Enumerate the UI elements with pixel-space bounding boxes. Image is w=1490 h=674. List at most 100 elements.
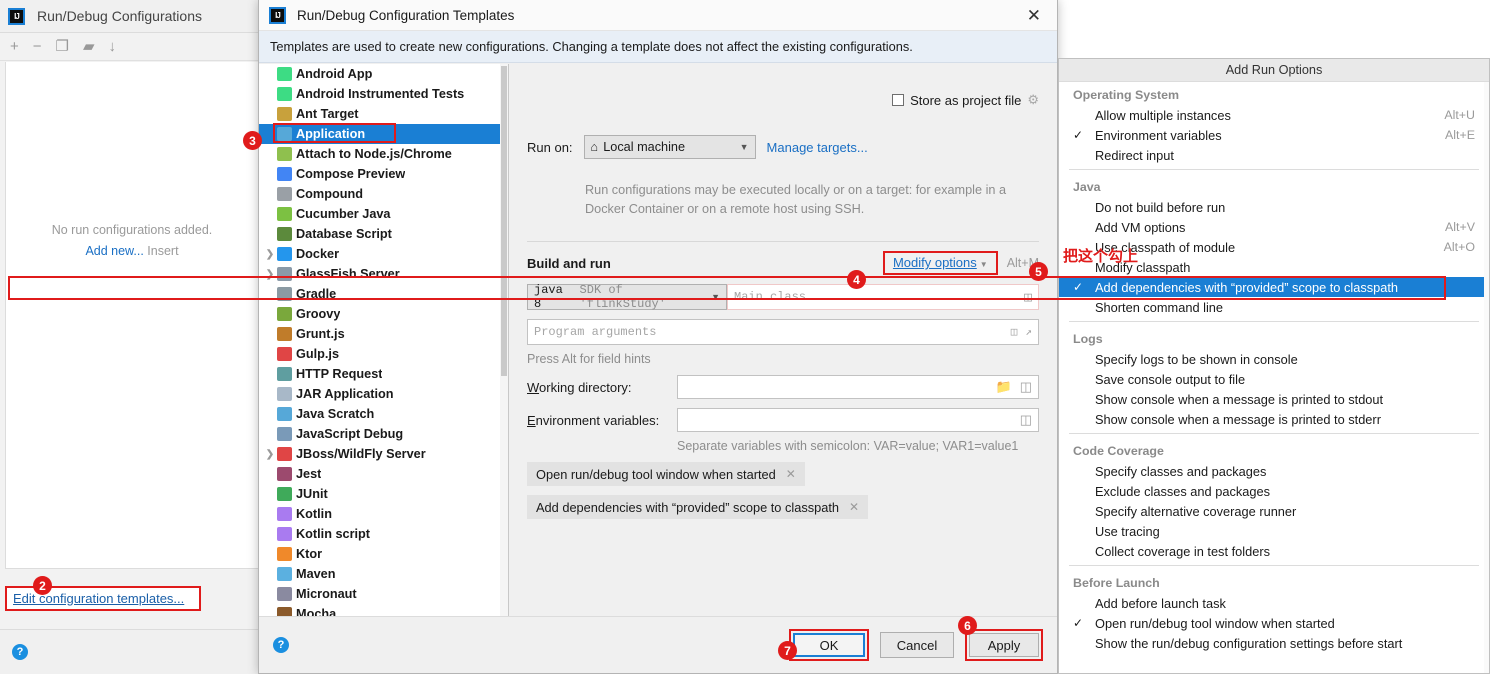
grunt-icon [277, 327, 292, 341]
tree-item[interactable]: Kotlin [259, 504, 508, 524]
menu-item[interactable]: Add before launch task [1059, 593, 1489, 613]
run-on-dropdown[interactable]: ⌂ Local machine ▼ [583, 135, 756, 159]
option-chip[interactable]: Open run/debug tool window when started … [527, 462, 805, 486]
close-icon[interactable]: ✕ [786, 467, 796, 481]
menu-item-shortcut: Alt+V [1445, 220, 1475, 234]
tree-scrollbar[interactable] [500, 64, 508, 616]
tree-item[interactable]: Micronaut [259, 584, 508, 604]
menu-item[interactable]: Exclude classes and packages [1059, 481, 1489, 501]
tree-item[interactable]: Kotlin script [259, 524, 508, 544]
menu-item-label: Collect coverage in test folders [1095, 543, 1270, 559]
tree-item[interactable]: Compound [259, 184, 508, 204]
menu-item[interactable]: ✓ Add dependencies with “provided” scope … [1059, 277, 1489, 297]
menu-item[interactable]: Specify logs to be shown in console [1059, 349, 1489, 369]
tree-item[interactable]: JUnit [259, 484, 508, 504]
edit-variables-icon[interactable]: ◫ [1020, 412, 1032, 428]
tree-item[interactable]: Mocha [259, 604, 508, 616]
ok-button[interactable]: OK [793, 633, 865, 657]
tree-item[interactable]: Attach to Node.js/Chrome [259, 144, 508, 164]
tree-scrollbar-thumb[interactable] [501, 66, 507, 376]
add-icon[interactable]: + [10, 39, 19, 54]
tree-item[interactable]: Groovy [259, 304, 508, 324]
expand-arrow-icon[interactable]: ❯ [263, 269, 277, 280]
tree-item[interactable]: Compose Preview [259, 164, 508, 184]
gear-icon[interactable]: ⚙ [1027, 92, 1039, 108]
menu-item[interactable]: Add VM options Alt+V [1059, 217, 1489, 237]
tree-item[interactable]: Gradle [259, 284, 508, 304]
tree-item[interactable]: Application [259, 124, 508, 144]
remove-icon[interactable]: − [33, 39, 42, 54]
tree-item[interactable]: Ktor [259, 544, 508, 564]
tree-item[interactable]: ❯ GlassFish Server [259, 264, 508, 284]
cancel-button[interactable]: Cancel [880, 632, 954, 658]
tree-item[interactable]: JavaScript Debug [259, 424, 508, 444]
menu-scrollbar[interactable] [1484, 82, 1489, 673]
run-configurations-list[interactable]: No run configurations added. Add new... … [5, 62, 259, 569]
tree-item[interactable]: ❯ Docker [259, 244, 508, 264]
tree-item[interactable]: Grunt.js [259, 324, 508, 344]
menu-item[interactable]: Specify alternative coverage runner [1059, 501, 1489, 521]
tree-item[interactable]: Android App [259, 64, 508, 84]
ok-button-highlight: OK [789, 629, 869, 661]
insert-macro-icon[interactable]: ◫ [1011, 325, 1018, 339]
help-icon[interactable]: ? [12, 644, 28, 660]
main-class-input[interactable]: Main class ◫ [727, 284, 1039, 310]
working-directory-input[interactable]: 📁 ◫ [677, 375, 1039, 399]
tree-item[interactable]: Jest [259, 464, 508, 484]
menu-item[interactable]: Save console output to file [1059, 369, 1489, 389]
tree-item[interactable]: Android Instrumented Tests [259, 84, 508, 104]
menu-item[interactable]: Show console when a message is printed t… [1059, 409, 1489, 429]
tree-item[interactable]: Cucumber Java [259, 204, 508, 224]
jboss-icon [277, 447, 292, 461]
manage-targets-link[interactable]: Manage targets... [767, 140, 868, 155]
sort-icon[interactable]: ↓ [109, 39, 117, 54]
close-icon[interactable]: ✕ [849, 500, 859, 514]
menu-item[interactable]: Do not build before run [1059, 197, 1489, 217]
menu-item[interactable]: Show console when a message is printed t… [1059, 389, 1489, 409]
sdk-dropdown[interactable]: java 8 SDK of 'flinkStudy' ▼ [527, 283, 727, 311]
menu-item-label: Environment variables [1095, 127, 1222, 143]
tree-item[interactable]: Ant Target [259, 104, 508, 124]
menu-item[interactable]: Show the run/debug configuration setting… [1059, 633, 1489, 653]
menu-item[interactable]: Allow multiple instances Alt+U [1059, 105, 1489, 125]
environment-variables-input[interactable]: ◫ [677, 408, 1039, 432]
option-chip[interactable]: Add dependencies with “provided” scope t… [527, 495, 869, 519]
tree-item-label: Maven [296, 567, 336, 581]
expand-icon[interactable]: ↗ [1025, 325, 1032, 339]
menu-item[interactable]: ✓ Environment variables Alt+E [1059, 125, 1489, 145]
tree-item[interactable]: Gulp.js [259, 344, 508, 364]
tree-item[interactable]: Maven [259, 564, 508, 584]
chevron-down-icon: ▼ [739, 142, 749, 152]
expand-arrow-icon[interactable]: ❯ [263, 249, 277, 260]
tree-item[interactable]: HTTP Request [259, 364, 508, 384]
gulp-icon [277, 347, 292, 361]
run-on-value: Local machine [603, 140, 686, 154]
tree-item[interactable]: Java Scratch [259, 404, 508, 424]
menu-item[interactable]: Redirect input [1059, 145, 1489, 165]
insert-macro-icon[interactable]: ◫ [1020, 379, 1032, 395]
browse-icon[interactable]: ◫ [1024, 290, 1032, 305]
store-as-project-file-checkbox[interactable] [892, 94, 905, 106]
copy-icon[interactable]: ❐ [56, 39, 69, 54]
tree-item[interactable]: ❯ JBoss/WildFly Server [259, 444, 508, 464]
modify-options-button[interactable]: Modify options ▼ [882, 251, 998, 275]
cucumber-icon [277, 207, 292, 221]
menu-item[interactable]: Collect coverage in test folders [1059, 541, 1489, 561]
help-icon[interactable]: ? [273, 637, 289, 653]
apply-button[interactable]: Apply [969, 633, 1039, 657]
menu-item[interactable]: Specify classes and packages [1059, 461, 1489, 481]
tree-item[interactable]: JAR Application [259, 384, 508, 404]
move-to-folder-icon[interactable]: ▰ [83, 39, 95, 54]
program-arguments-input[interactable]: Program arguments ◫ ↗ [527, 319, 1039, 345]
menu-item[interactable]: Shorten command line [1059, 297, 1489, 317]
close-icon[interactable]: ✕ [1021, 7, 1047, 24]
menu-item[interactable]: Use tracing [1059, 521, 1489, 541]
expand-arrow-icon[interactable]: ❯ [263, 449, 277, 460]
sdk-value: java 8 [534, 283, 563, 311]
configuration-type-tree[interactable]: Android App Android Instrumented Tests Ant… [259, 64, 509, 616]
tree-item-label: Groovy [296, 307, 341, 321]
tree-item[interactable]: Database Script [259, 224, 508, 244]
folder-icon[interactable]: 📁 [996, 379, 1012, 395]
add-new-link[interactable]: Add new... [85, 244, 143, 258]
menu-item[interactable]: ✓ Open run/debug tool window when started [1059, 613, 1489, 633]
